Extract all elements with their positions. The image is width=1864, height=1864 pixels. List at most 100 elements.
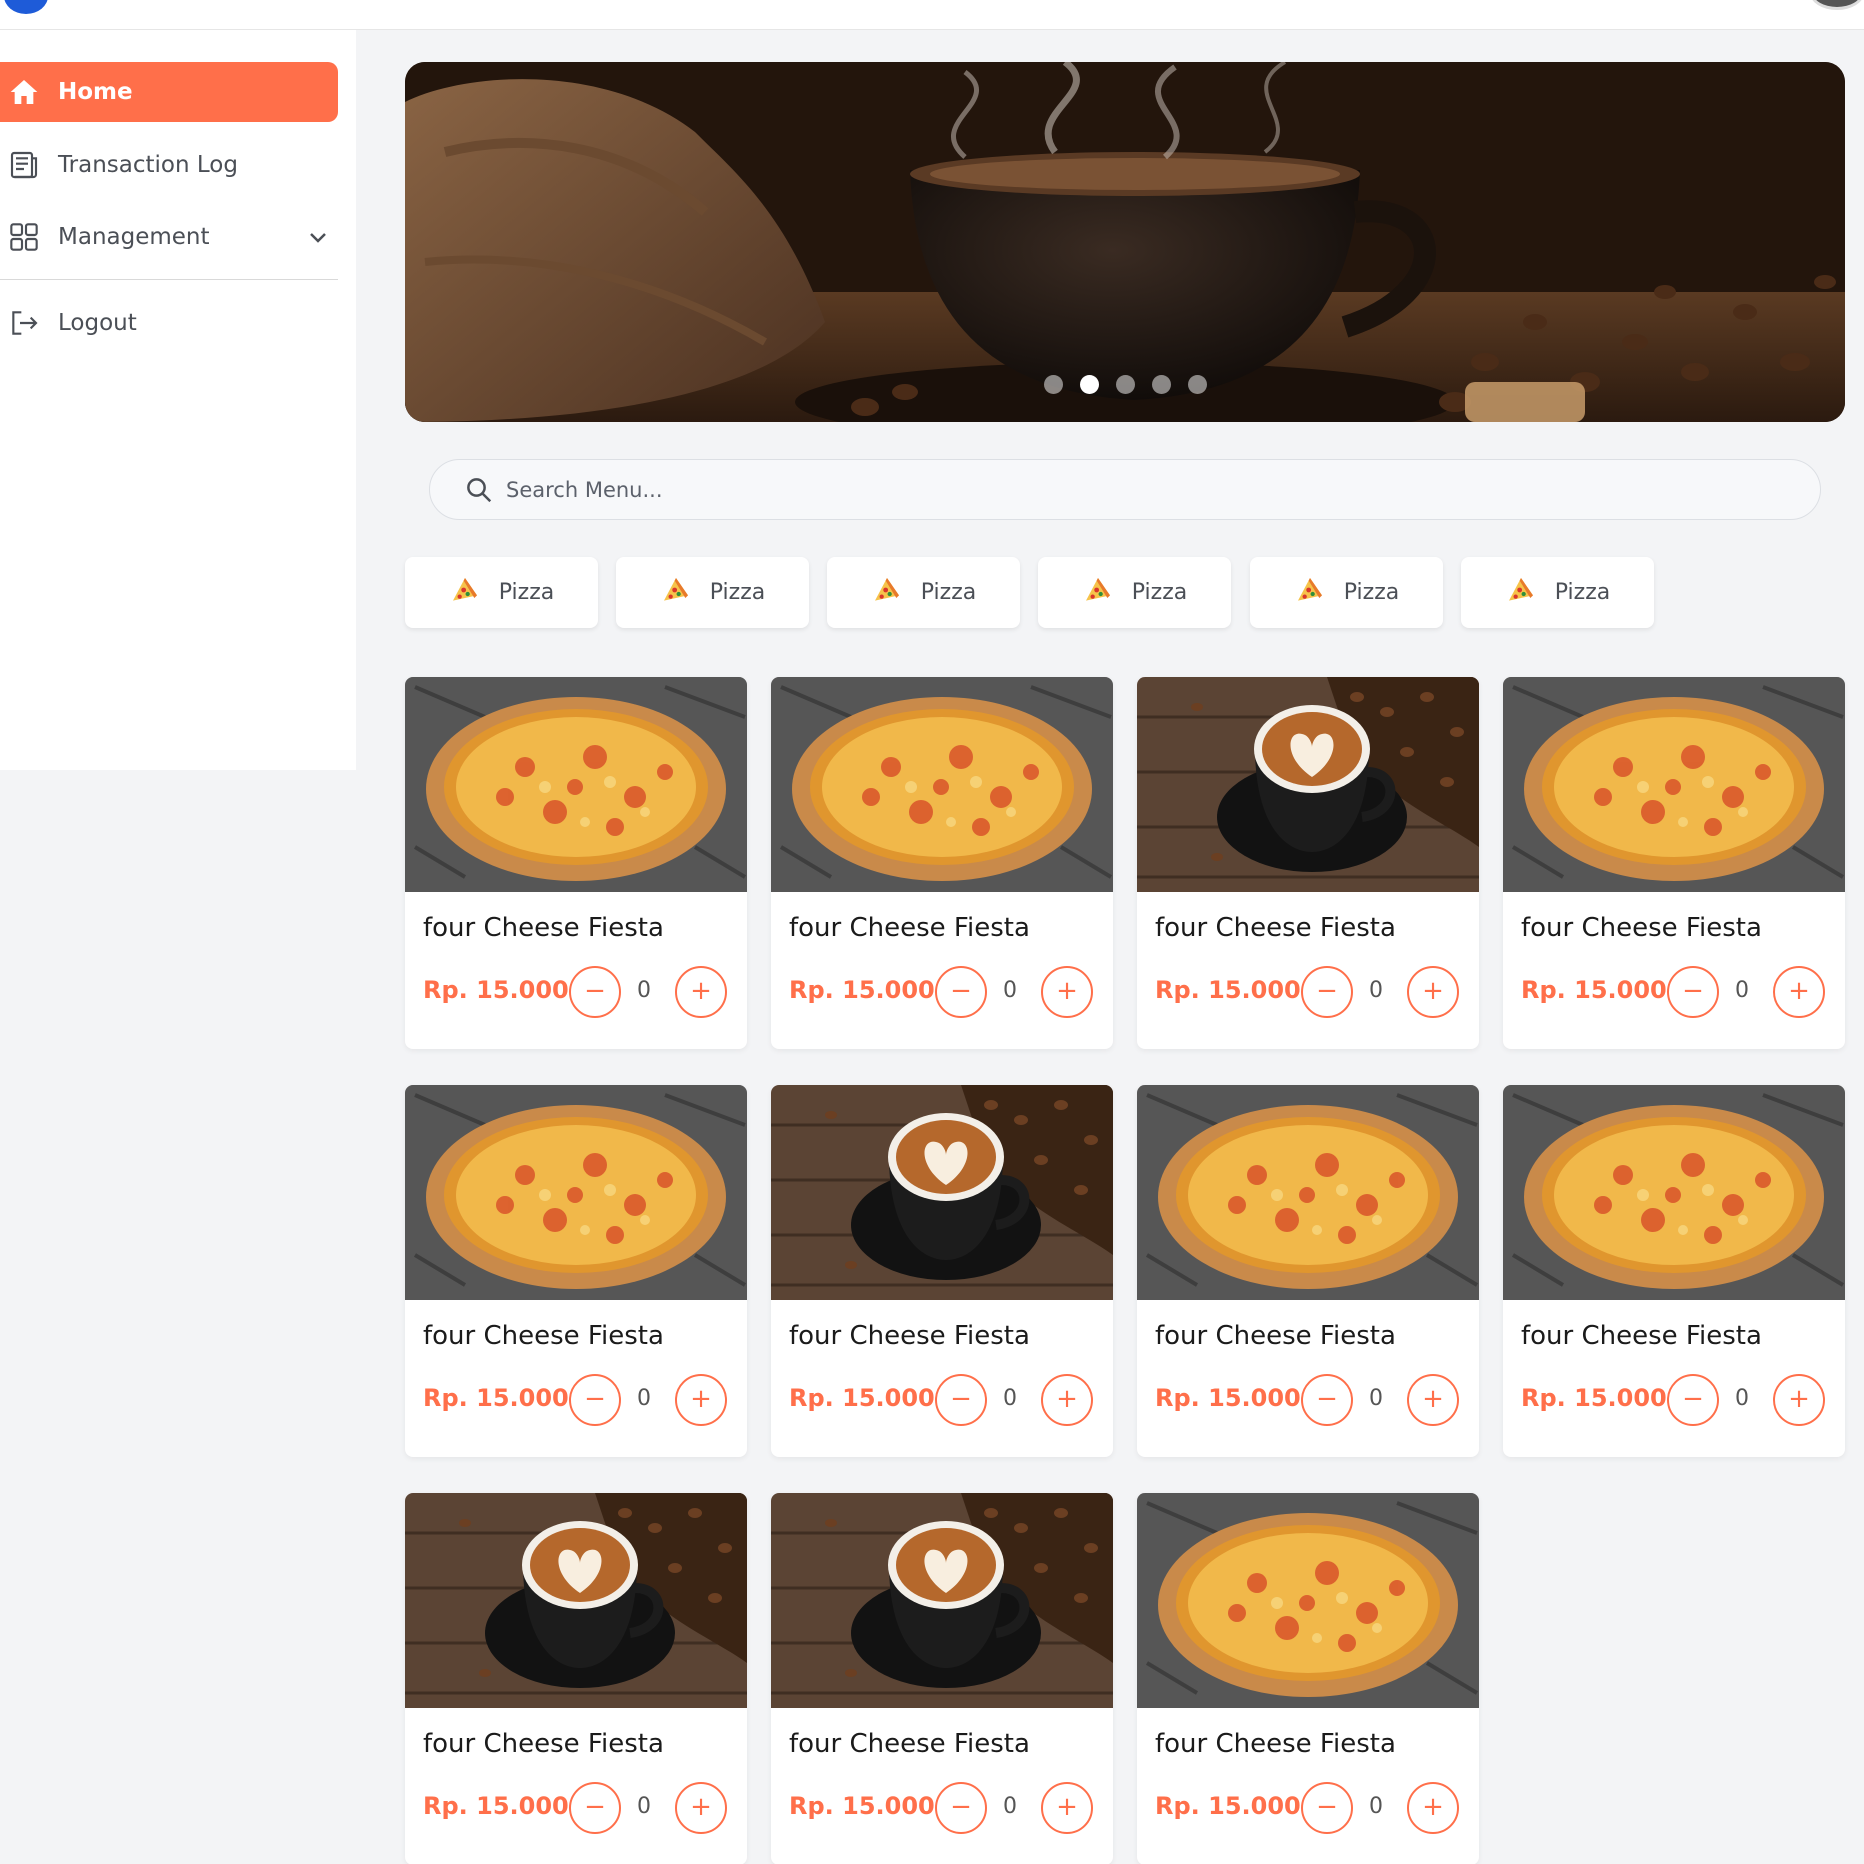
- increase-quantity-button[interactable]: +: [675, 1782, 727, 1834]
- product-card[interactable]: four Cheese Fiesta Rp. 15.000−0 +: [1137, 1493, 1479, 1864]
- product-price: Rp. 15.000: [423, 976, 569, 1004]
- category-label: Pizza: [1554, 580, 1611, 605]
- sidebar-item-label: Logout: [58, 310, 137, 336]
- increase-quantity-button[interactable]: +: [1407, 966, 1459, 1018]
- search-bar: [429, 459, 1821, 520]
- sidebar-item-transaction-log[interactable]: Transaction Log: [0, 135, 338, 195]
- carousel-dot-1[interactable]: [1043, 375, 1063, 394]
- decrease-quantity-button[interactable]: −: [569, 1374, 621, 1426]
- sidebar: Home Transaction Log Management Logout: [0, 30, 356, 770]
- product-card[interactable]: four Cheese Fiesta Rp. 15.000−0 +: [771, 1085, 1113, 1457]
- category-chip[interactable]: Pizza: [827, 557, 1020, 628]
- product-price: Rp. 15.000: [1155, 1792, 1301, 1820]
- decrease-quantity-button[interactable]: −: [569, 966, 621, 1018]
- product-name: four Cheese Fiesta: [1521, 913, 1762, 943]
- quantity-value: 0: [1735, 1386, 1749, 1411]
- category-chip[interactable]: Pizza: [1038, 557, 1231, 628]
- product-price: Rp. 15.000: [789, 1384, 935, 1412]
- increase-quantity-button[interactable]: +: [1041, 966, 1093, 1018]
- product-price: Rp. 15.000: [423, 1792, 569, 1820]
- carousel-dot-5[interactable]: [1187, 375, 1207, 394]
- sidebar-item-logout[interactable]: Logout: [0, 293, 338, 353]
- app-logo[interactable]: [4, 0, 48, 14]
- increase-quantity-button[interactable]: +: [1407, 1782, 1459, 1834]
- category-chip[interactable]: Pizza: [616, 557, 809, 628]
- product-card[interactable]: four Cheese Fiesta Rp. 15.000−0 +: [405, 1085, 747, 1457]
- increase-quantity-button[interactable]: +: [1773, 1374, 1825, 1426]
- pizza-image: [1137, 1085, 1479, 1300]
- product-name: four Cheese Fiesta: [789, 913, 1030, 943]
- category-label: Pizza: [498, 580, 555, 605]
- sidebar-item-home[interactable]: Home: [0, 62, 338, 122]
- decrease-quantity-button[interactable]: −: [569, 1782, 621, 1834]
- increase-quantity-button[interactable]: +: [1407, 1374, 1459, 1426]
- carousel-dot-2[interactable]: [1079, 375, 1099, 394]
- pizza-image: [1503, 677, 1845, 892]
- product-card[interactable]: four Cheese Fiesta Rp. 15.000−0 +: [771, 677, 1113, 1049]
- receipt-icon: [4, 145, 44, 185]
- pizza-image: [771, 677, 1113, 892]
- product-card[interactable]: four Cheese Fiesta Rp. 15.000−0 +: [1137, 1085, 1479, 1457]
- grid-icon: [4, 217, 44, 257]
- coffee-image: [1137, 677, 1479, 892]
- increase-quantity-button[interactable]: +: [675, 1374, 727, 1426]
- increase-quantity-button[interactable]: +: [1041, 1374, 1093, 1426]
- decrease-quantity-button[interactable]: −: [935, 966, 987, 1018]
- pizza-image: [405, 677, 747, 892]
- decrease-quantity-button[interactable]: −: [1667, 1374, 1719, 1426]
- carousel-dot-3[interactable]: [1115, 375, 1135, 394]
- hero-coffee-image: [405, 62, 1845, 422]
- product-card[interactable]: four Cheese Fiesta Rp. 15.000−0 +: [1503, 1085, 1845, 1457]
- product-price: Rp. 15.000: [1155, 1384, 1301, 1412]
- decrease-quantity-button[interactable]: −: [935, 1374, 987, 1426]
- product-name: four Cheese Fiesta: [789, 1321, 1030, 1351]
- product-card[interactable]: four Cheese Fiesta Rp. 15.000−0 +: [771, 1493, 1113, 1864]
- carousel-dot-4[interactable]: [1151, 375, 1171, 394]
- decrease-quantity-button[interactable]: −: [1301, 966, 1353, 1018]
- product-name: four Cheese Fiesta: [789, 1729, 1030, 1759]
- category-chip[interactable]: Pizza: [405, 557, 598, 628]
- increase-quantity-button[interactable]: +: [675, 966, 727, 1018]
- hero-carousel[interactable]: [405, 62, 1845, 422]
- increase-quantity-button[interactable]: +: [1773, 966, 1825, 1018]
- product-card[interactable]: four Cheese Fiesta Rp. 15.000−0 +: [405, 677, 747, 1049]
- product-card[interactable]: four Cheese Fiesta Rp. 15.000−0 +: [1503, 677, 1845, 1049]
- decrease-quantity-button[interactable]: −: [935, 1782, 987, 1834]
- product-name: four Cheese Fiesta: [1155, 1321, 1396, 1351]
- sidebar-divider: [0, 279, 338, 280]
- product-card[interactable]: four Cheese Fiesta Rp. 15.000−0 +: [1137, 677, 1479, 1049]
- search-input[interactable]: [506, 477, 1706, 502]
- chevron-down-icon[interactable]: [306, 225, 330, 255]
- pizza-icon: [1294, 574, 1326, 612]
- product-name: four Cheese Fiesta: [1155, 913, 1396, 943]
- product-name: four Cheese Fiesta: [423, 1321, 664, 1351]
- quantity-value: 0: [1735, 978, 1749, 1003]
- decrease-quantity-button[interactable]: −: [1301, 1374, 1353, 1426]
- coffee-image: [405, 1493, 747, 1708]
- sidebar-item-label: Home: [58, 79, 133, 105]
- category-label: Pizza: [709, 580, 766, 605]
- coffee-image: [771, 1493, 1113, 1708]
- quantity-value: 0: [1369, 978, 1383, 1003]
- product-name: four Cheese Fiesta: [1155, 1729, 1396, 1759]
- product-card[interactable]: four Cheese Fiesta Rp. 15.000−0 +: [405, 1493, 747, 1864]
- sidebar-item-label: Transaction Log: [58, 152, 238, 178]
- product-name: four Cheese Fiesta: [1521, 1321, 1762, 1351]
- sidebar-item-management[interactable]: Management: [0, 207, 338, 267]
- category-chip[interactable]: Pizza: [1250, 557, 1443, 628]
- increase-quantity-button[interactable]: +: [1041, 1782, 1093, 1834]
- product-name: four Cheese Fiesta: [423, 913, 664, 943]
- decrease-quantity-button[interactable]: −: [1301, 1782, 1353, 1834]
- decrease-quantity-button[interactable]: −: [1667, 966, 1719, 1018]
- pizza-image: [1137, 1493, 1479, 1708]
- quantity-value: 0: [637, 1386, 651, 1411]
- product-price: Rp. 15.000: [1521, 976, 1667, 1004]
- user-avatar[interactable]: [1810, 0, 1864, 10]
- quantity-value: 0: [1003, 1794, 1017, 1819]
- pizza-image: [1503, 1085, 1845, 1300]
- coffee-image: [771, 1085, 1113, 1300]
- pizza-icon: [1505, 574, 1537, 612]
- quantity-value: 0: [1003, 1386, 1017, 1411]
- product-price: Rp. 15.000: [789, 1792, 935, 1820]
- category-chip[interactable]: Pizza: [1461, 557, 1654, 628]
